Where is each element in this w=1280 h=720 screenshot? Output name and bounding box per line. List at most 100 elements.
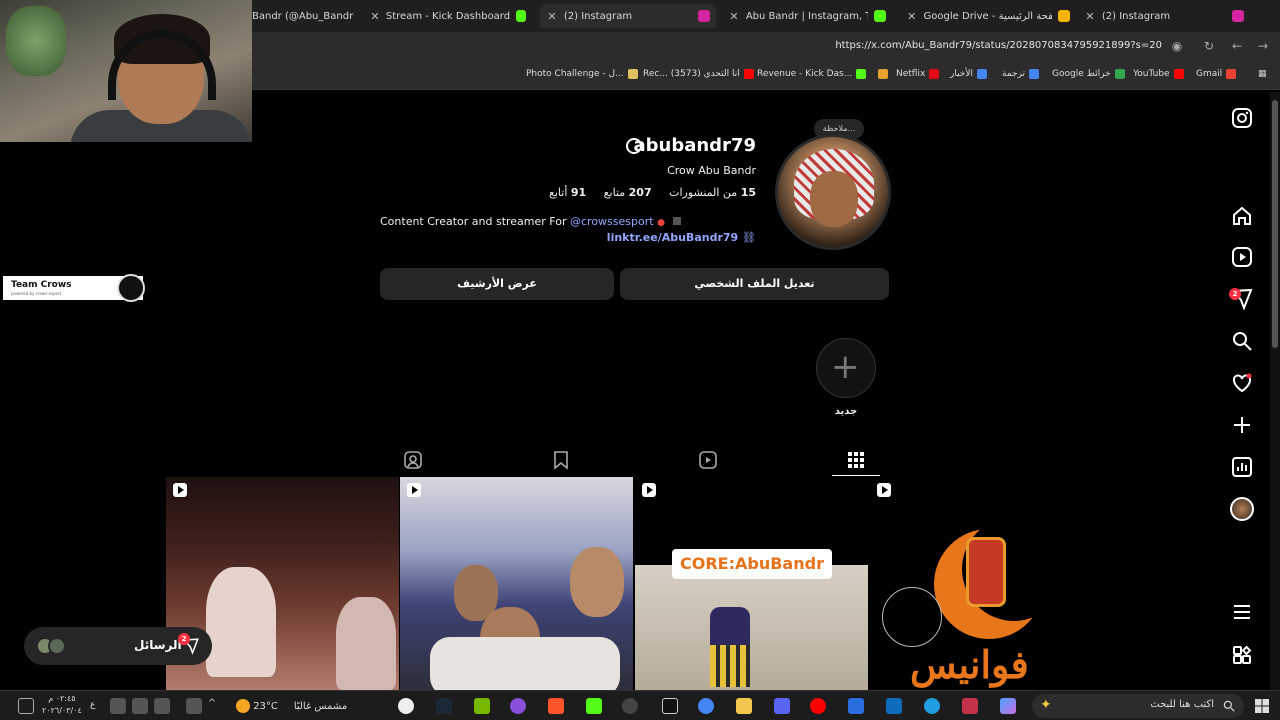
grid-icon[interactable]: [846, 450, 866, 470]
bookmark-item[interactable]: ترجمة: [1002, 69, 1040, 79]
ornament-icon: [882, 587, 942, 647]
person-image: [570, 547, 624, 617]
profile-link[interactable]: linktr.ee/AbuBandr79 ⛓: [607, 231, 756, 244]
messages-pill[interactable]: الرسائل 2: [24, 627, 212, 665]
windows-start-icon[interactable]: [1254, 698, 1270, 714]
bookmark-item[interactable]: Netflix: [896, 69, 940, 79]
microphone-icon[interactable]: [154, 698, 170, 714]
insights-icon[interactable]: [1230, 455, 1254, 479]
messages-badge: 2: [1229, 288, 1241, 300]
tab-label: Google Drive - الصفحة الرئيسية: [923, 10, 1053, 22]
discord-icon[interactable]: [774, 698, 790, 714]
url-field[interactable]: https://x.com/Abu_Bandr79/status/2028070…: [835, 40, 1162, 51]
kick-icon[interactable]: [586, 698, 602, 714]
more-menu-icon[interactable]: [1230, 600, 1254, 624]
bio-mention-link[interactable]: @crowssesport: [570, 215, 654, 228]
messages-label: الرسائل: [134, 638, 182, 652]
bookmark-item[interactable]: Google خرائط: [1052, 69, 1125, 79]
browser-tab-6[interactable]: ✕ (2) Instagram: [1078, 4, 1250, 28]
tiktok-icon[interactable]: [662, 698, 678, 714]
bookmark-label: Rec... انا التحدي (3573): [643, 69, 740, 79]
profile-avatar-icon[interactable]: [1230, 497, 1254, 521]
taskbar-search[interactable]: ✦ اكتب هنا للبحث: [1032, 694, 1244, 718]
app-a-icon[interactable]: [962, 698, 978, 714]
saved-icon[interactable]: [551, 450, 571, 470]
app-3-icon[interactable]: [848, 698, 864, 714]
weather-widget[interactable]: 23°C مشمس غالبًا: [236, 699, 347, 713]
bookmark-item[interactable]: YouTube: [1133, 69, 1184, 79]
app-icon[interactable]: [510, 698, 526, 714]
tray-chevron-icon[interactable]: ^: [204, 698, 220, 714]
post-thumbnail[interactable]: فوانيس: [870, 477, 1103, 690]
display-icon[interactable]: [186, 698, 202, 714]
close-icon[interactable]: ✕: [728, 10, 740, 23]
bookmark-label: Netflix: [896, 69, 926, 79]
bookmark-item[interactable]: Photo Challenge - ل...: [526, 69, 638, 79]
search-icon[interactable]: [1230, 329, 1254, 353]
notification-center-icon[interactable]: [18, 698, 34, 714]
media-player-icon[interactable]: [398, 698, 414, 714]
plus-icon: +: [831, 347, 860, 387]
kick-favicon-icon: [516, 10, 526, 22]
edge-icon[interactable]: [924, 698, 940, 714]
new-highlight-button[interactable]: +: [816, 338, 876, 398]
person-image: [206, 567, 276, 677]
followers-stat[interactable]: 91 أتابع: [549, 186, 586, 199]
plant-image: [6, 6, 66, 76]
chrome-icon[interactable]: [698, 698, 714, 714]
linktree-favicon-icon: [874, 10, 887, 22]
create-plus-icon[interactable]: [1230, 413, 1254, 437]
close-icon[interactable]: ✕: [1084, 10, 1096, 23]
reels-nav-icon[interactable]: [1230, 245, 1254, 269]
reels-icon[interactable]: [698, 450, 718, 470]
notifications-heart-icon[interactable]: [1230, 371, 1254, 395]
post-thumbnail[interactable]: [400, 477, 633, 690]
browser-tab-2[interactable]: ✕ Stream - Kick Dashboard: [364, 4, 532, 28]
language-indicator[interactable]: ع: [90, 700, 95, 710]
brave-icon[interactable]: [548, 698, 564, 714]
copilot-icon[interactable]: [1000, 698, 1016, 714]
scrollbar-thumb[interactable]: [1272, 100, 1278, 348]
forward-icon[interactable]: ←: [1230, 39, 1244, 53]
outlook-icon[interactable]: [886, 698, 902, 714]
keyboard-icon[interactable]: [110, 698, 126, 714]
steam-icon[interactable]: [436, 698, 452, 714]
site-info-icon[interactable]: ◉: [1170, 39, 1184, 53]
youtube-icon[interactable]: [810, 698, 826, 714]
close-icon[interactable]: ✕: [546, 10, 558, 23]
bookmark-label: Revenue - Kick Das...: [757, 69, 853, 79]
post-thumbnail[interactable]: CORE:AbuBandr: [635, 477, 868, 690]
nvidia-icon[interactable]: [474, 698, 490, 714]
also-from-meta-icon[interactable]: [1230, 643, 1254, 667]
settings-gear-icon[interactable]: [626, 138, 642, 154]
view-archive-button[interactable]: عرض الأرشيف: [380, 268, 614, 300]
browser-tab-3[interactable]: ✕ (2) Instagram: [540, 4, 716, 28]
back-icon[interactable]: →: [1256, 39, 1270, 53]
file-explorer-icon[interactable]: [736, 698, 752, 714]
close-icon[interactable]: ✕: [370, 10, 380, 23]
browser-tab-4[interactable]: ✕ Abu Bandr | Instagram, TikTok: [722, 4, 892, 28]
bookmark-item[interactable]: Revenue - Kick Das...: [757, 69, 867, 79]
instagram-logo-icon[interactable]: [1230, 106, 1254, 130]
tagged-icon[interactable]: [403, 450, 423, 470]
bookmark-item[interactable]: [874, 69, 888, 79]
bookmark-item[interactable]: Gmail: [1196, 69, 1237, 79]
kick-favicon-icon: [856, 69, 867, 79]
search-icon: [1223, 700, 1235, 712]
close-icon[interactable]: ✕: [906, 10, 918, 23]
taskbar-clock[interactable]: ٠٢:٤٥ م ٢٠٢٦/٠٣/٠٤: [42, 693, 82, 717]
bookmark-item[interactable]: الأخبار: [950, 69, 988, 79]
edit-profile-button[interactable]: تعديل الملف الشخصي: [620, 268, 889, 300]
browser-tab-1[interactable]: Bandr (@Abu_Bandr: [252, 4, 356, 28]
reload-icon[interactable]: ↻: [1202, 39, 1216, 53]
browser-tab-5[interactable]: ✕ Google Drive - الصفحة الرئيسية: [900, 4, 1076, 28]
home-icon[interactable]: [1230, 204, 1254, 228]
obs-icon[interactable]: [622, 698, 638, 714]
volume-icon[interactable]: [132, 698, 148, 714]
profile-avatar[interactable]: [775, 134, 891, 250]
all-bookmarks-icon[interactable]: ▦: [1258, 69, 1267, 79]
bookmark-label: Google خرائط: [1052, 69, 1111, 79]
following-stat[interactable]: 207 متابع: [604, 186, 652, 199]
profile-stats: 15 من المنشورات 207 متابع 91 أتابع: [549, 186, 756, 199]
bookmark-item[interactable]: Rec... انا التحدي (3573): [643, 69, 754, 79]
